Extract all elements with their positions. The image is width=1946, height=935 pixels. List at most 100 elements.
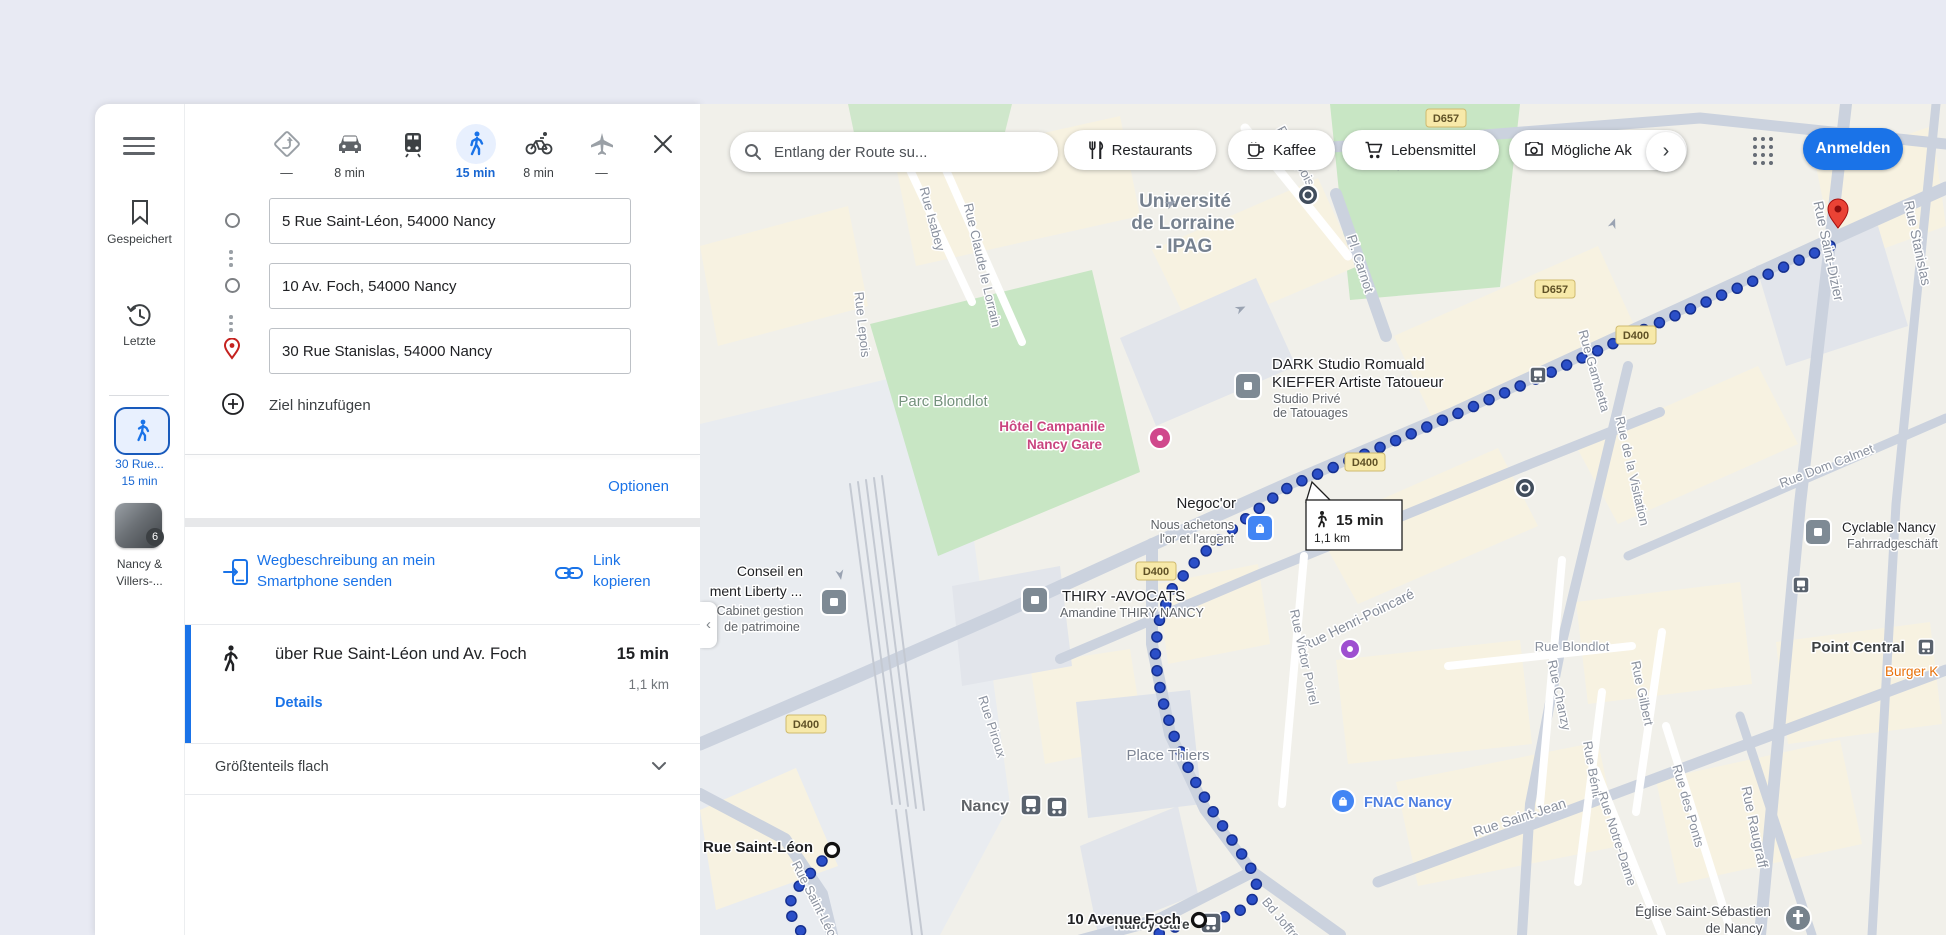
circle-icon [1149,427,1171,449]
bus-icon [1530,367,1546,383]
poi-icon [1235,373,1261,399]
sidebar-item-label: Gespeichert [95,232,184,247]
map-label: KIEFFER Artiste Tatoueur [1272,374,1443,391]
map-label: Université [1139,191,1231,212]
poi-blue-icon [1247,515,1273,541]
mini-sidebar: Gespeichert Letzte 30 Rue...15 min 6 Nan… [95,104,185,935]
road-badge: D400 [1136,562,1176,580]
svg-text:1,1 km: 1,1 km [1314,531,1350,545]
mode-bike[interactable]: 8 min [507,124,570,181]
route-summary-card[interactable]: über Rue Saint-Léon und Av. Foch 15 min … [185,624,701,744]
origin-icon [221,209,243,231]
road-badge: D400 [1616,326,1656,344]
map-label: de Nancy [1705,921,1762,935]
mode-transit[interactable] [381,124,444,181]
map-label: Amandine THIRY NANCY [1060,606,1204,620]
poi-icon [1805,519,1831,545]
map-label: Hôtel Campanile [999,419,1105,434]
trip-count-badge: 6 [146,528,164,546]
sign-in-button[interactable]: Anmelden [1803,128,1903,170]
transit-icon [1515,478,1535,498]
sidebar-item-recent[interactable]: Letzte [95,302,184,349]
map-label: Cabinet gestion [717,604,804,618]
best-route-icon [272,129,302,159]
stop-input[interactable] [269,263,631,309]
add-destination-button[interactable]: Ziel hinzufügen [185,388,701,426]
origin-input[interactable] [269,198,631,244]
waypoint-marker [1193,914,1206,927]
recent-trip-walking[interactable] [114,407,170,455]
close-icon [649,130,677,158]
waypoint-dots [229,247,233,270]
svg-text:D400: D400 [1623,330,1649,342]
transit-icon [1298,185,1318,205]
directions-panel: — 8 min 15 min 8 min — [185,104,701,935]
poi-icon [1022,587,1048,613]
svg-text:15 min: 15 min [1336,512,1384,529]
mode-walk[interactable]: 15 min [444,124,507,181]
divider [185,454,701,455]
options-link[interactable]: Optionen [608,478,669,495]
collapse-panel-button[interactable]: ‹ [700,602,717,648]
terrain-label: Größtenteils flach [215,759,329,775]
terrain-row[interactable]: Größtenteils flach [185,742,701,795]
bookmark-icon [128,198,152,226]
chevron-right-icon: › [1663,140,1670,162]
plane-icon [589,131,615,157]
church-icon [1785,905,1811,931]
more-filters-button[interactable]: › [1646,132,1686,172]
stop-icon [221,274,243,296]
camera-icon [1525,142,1543,158]
search-along-route-input[interactable] [772,143,1044,162]
recent-trip-label: Nancy &Villers-... [95,556,184,590]
walking-icon [131,419,153,443]
filter-chip-kaffee[interactable]: Kaffee [1228,130,1335,170]
mode-best-route[interactable]: — [255,124,318,181]
destination-pin-icon [221,338,243,360]
copy-link-button[interactable]: Link kopieren [593,550,677,592]
map-searchbar [730,132,1058,172]
map-label: Place Thiers [1126,747,1209,764]
close-directions-button[interactable] [649,130,677,158]
map-label: 10 Avenue Foch [1067,911,1181,928]
road-badge: D657 [1426,109,1466,127]
waypoint-dots [229,312,233,335]
divider [109,395,169,396]
sidebar-item-saved[interactable]: Gespeichert [95,198,184,247]
route-duration: 15 min [617,645,669,664]
svg-text:D657: D657 [1542,284,1568,296]
walking-icon [465,131,487,157]
map-label: ment Liberty ... [710,583,803,599]
map-label: l'or et l'argent [1160,532,1235,546]
map-label: Cyclable Nancy [1842,520,1936,535]
mode-flight[interactable]: — [570,124,633,181]
road-badge: D400 [1345,453,1385,471]
map-label: Rue Blondlot [1535,639,1610,654]
search-icon [744,143,762,161]
route-details-link[interactable]: Details [275,695,323,711]
circle-icon [1340,639,1360,659]
filter-chip-restaurants[interactable]: Restaurants [1064,130,1216,170]
filter-chip-lebensmittel[interactable]: Lebensmittel [1342,130,1499,170]
menu-icon[interactable] [123,132,155,156]
map-canvas[interactable]: Universitéde Lorraine- IPAGPl. CarnotRue… [700,104,1946,935]
recent-trip-map-thumb[interactable]: 6 [115,503,162,548]
svg-text:D657: D657 [1433,113,1459,125]
car-icon [336,130,364,158]
circle-bag-icon [1331,789,1355,813]
destination-input[interactable] [269,328,631,374]
map-label: FNAC Nancy [1364,795,1452,811]
travel-mode-bar: — 8 min 15 min 8 min — [255,124,633,181]
map-label: THIRY -AVOCATS [1062,588,1185,605]
walking-icon [219,645,241,673]
svg-text:D400: D400 [793,719,819,731]
road-badge: D657 [1535,280,1575,298]
map-label: Église Saint-Sébastien [1635,904,1771,919]
mode-drive[interactable]: 8 min [318,124,381,181]
map-label: Nancy [961,798,1009,815]
grocery-cart-icon [1365,141,1383,159]
link-icon [555,565,583,581]
map-label: de Tatouages [1273,406,1348,420]
map-label: Parc Blondlot [898,393,988,410]
send-to-phone-link[interactable]: Wegbeschreibung an mein Smartphone sende… [257,550,497,592]
